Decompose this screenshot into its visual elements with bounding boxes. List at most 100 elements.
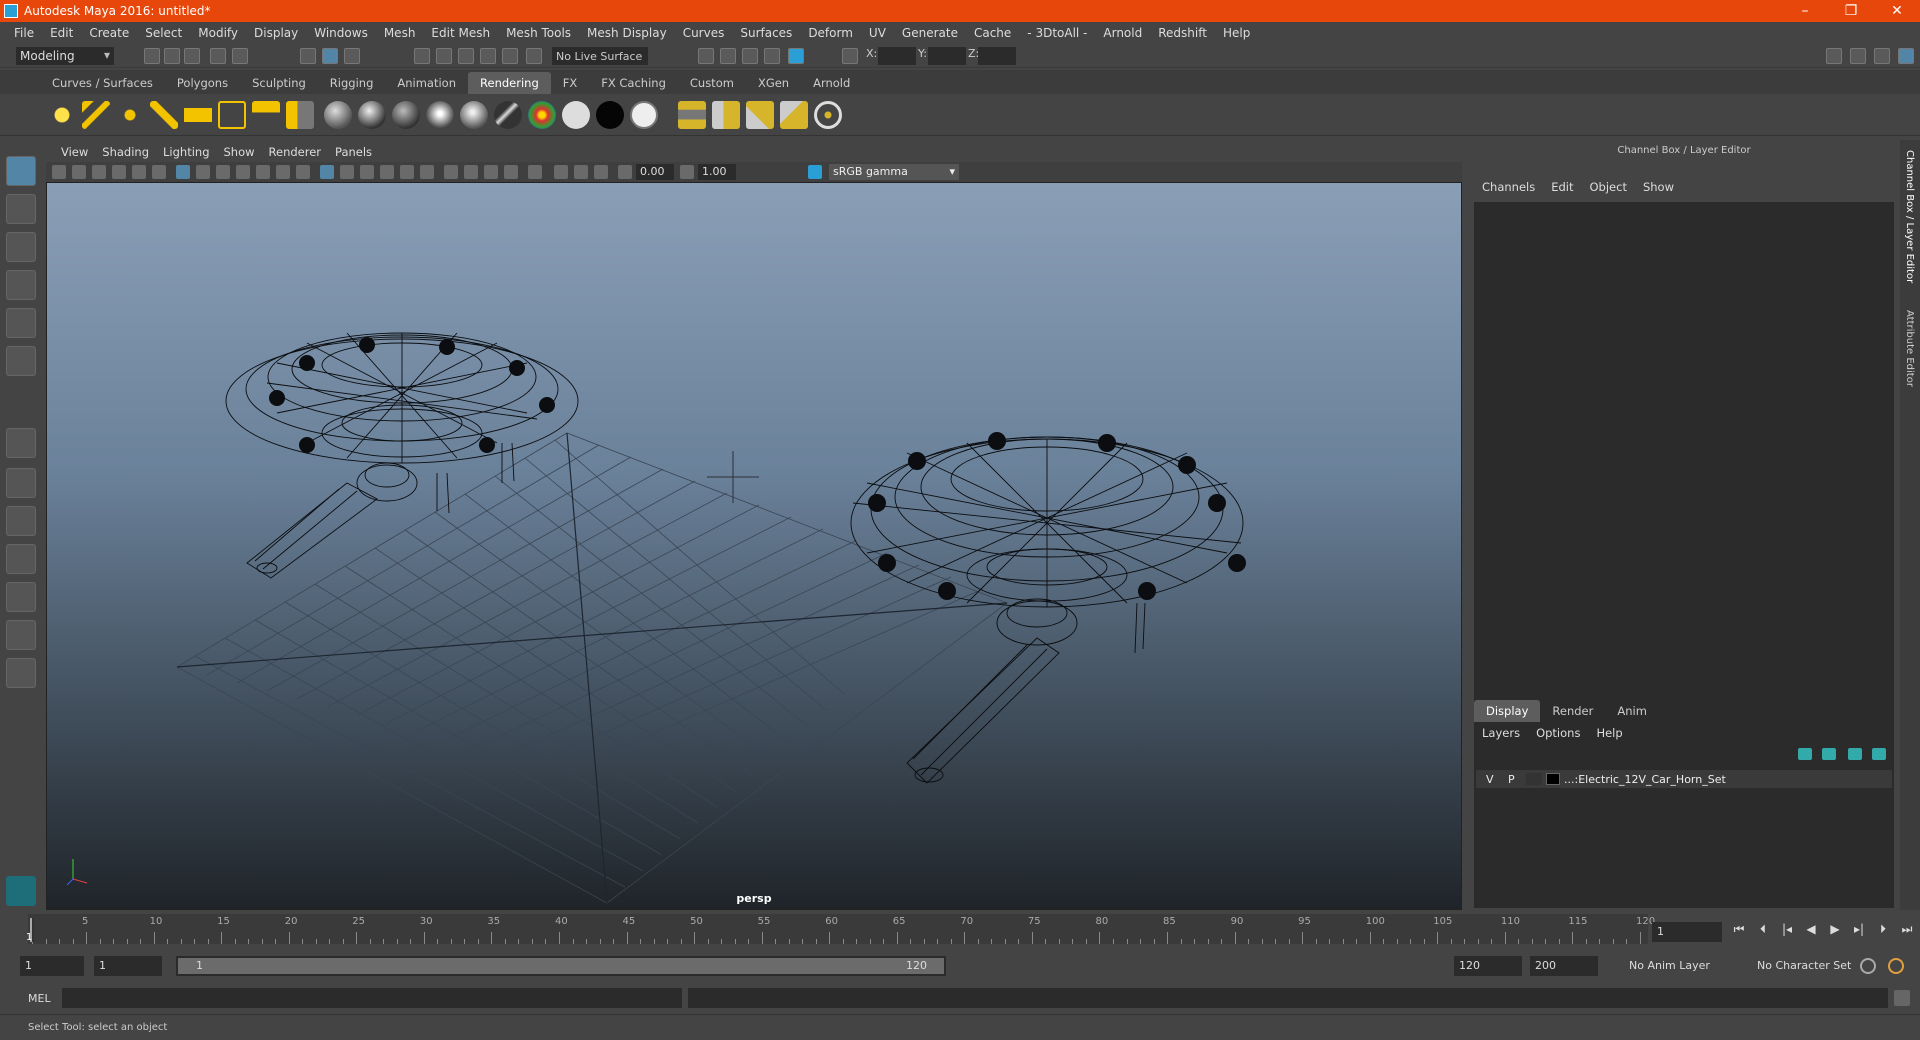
menu-mesh[interactable]: Mesh: [376, 26, 424, 40]
directional-light-icon[interactable]: [82, 101, 110, 129]
menu-mesh-tools[interactable]: Mesh Tools: [498, 26, 579, 40]
menu-curves[interactable]: Curves: [675, 26, 733, 40]
render-settings-icon[interactable]: [764, 48, 780, 64]
lambert-shader-icon[interactable]: [392, 101, 420, 129]
menu-redshift[interactable]: Redshift: [1150, 26, 1215, 40]
layer-playback-toggle[interactable]: P: [1508, 773, 1515, 786]
channel-menu-edit[interactable]: Edit: [1543, 180, 1581, 194]
ambient-light-icon[interactable]: [48, 101, 76, 129]
move-layer-up-icon[interactable]: [1798, 748, 1812, 760]
shelf-tab-fx[interactable]: FX: [551, 72, 590, 94]
layer-menu-options[interactable]: Options: [1528, 726, 1588, 740]
lasso-tool-icon[interactable]: [6, 194, 36, 224]
menu-edit[interactable]: Edit: [42, 26, 81, 40]
2d-pan-zoom-icon[interactable]: [132, 165, 146, 179]
redo-icon[interactable]: [232, 48, 248, 64]
menu-modify[interactable]: Modify: [190, 26, 246, 40]
snap-to-grid-icon[interactable]: [414, 48, 430, 64]
field-chart-icon[interactable]: [256, 165, 270, 179]
xray-joints-icon[interactable]: [574, 165, 588, 179]
tool-settings-toggle-icon[interactable]: [1874, 48, 1890, 64]
layer-display-type[interactable]: [1526, 773, 1542, 785]
textured-icon[interactable]: [380, 165, 394, 179]
menu-help[interactable]: Help: [1215, 26, 1258, 40]
layer-tab-render[interactable]: Render: [1540, 700, 1605, 722]
step-back-frame-icon[interactable]: |◂: [1778, 922, 1796, 940]
resolution-gate-icon[interactable]: [216, 165, 230, 179]
phong-shader-icon[interactable]: [426, 101, 454, 129]
channel-box-toggle-icon[interactable]: [1898, 48, 1914, 64]
safe-action-icon[interactable]: [276, 165, 290, 179]
hypershade-layout-icon[interactable]: [6, 620, 36, 650]
menu-3dtoall[interactable]: - 3DtoAll -: [1019, 26, 1095, 40]
use-background-icon[interactable]: [596, 101, 624, 129]
image-plane-icon[interactable]: [112, 165, 126, 179]
film-gate-icon[interactable]: [196, 165, 210, 179]
hypershade-icon[interactable]: [788, 48, 804, 64]
snap-to-curve-icon[interactable]: [436, 48, 452, 64]
blinn-shader-icon[interactable]: [358, 101, 386, 129]
wireframe-icon[interactable]: [320, 165, 334, 179]
camera-attributes-icon[interactable]: [72, 165, 86, 179]
layer-menu-layers[interactable]: Layers: [1474, 726, 1528, 740]
y-field[interactable]: [928, 47, 966, 65]
make-live-icon[interactable]: [502, 48, 518, 64]
attribute-editor-toggle-icon[interactable]: [1850, 48, 1866, 64]
shelf-tab-fx-caching[interactable]: FX Caching: [589, 72, 678, 94]
maximize-button[interactable]: ❐: [1828, 3, 1874, 19]
area-light-icon[interactable]: [184, 101, 212, 129]
step-forward-key-icon[interactable]: ⏵: [1874, 922, 1892, 940]
time-slider-track[interactable]: 5 10 15 20 25 30 35 40 45 50 55 60 65 70 75 80 85 90 95 100…: [26, 914, 1655, 944]
new-empty-layer-icon[interactable]: [1848, 748, 1862, 760]
menu-select[interactable]: Select: [137, 26, 190, 40]
script-editor-icon[interactable]: [1894, 990, 1910, 1006]
transform-mode-icon[interactable]: [842, 48, 858, 64]
menu-deform[interactable]: Deform: [800, 26, 861, 40]
menu-edit-mesh[interactable]: Edit Mesh: [423, 26, 498, 40]
playback-end-field[interactable]: 120: [1454, 956, 1522, 976]
wireframe-on-shaded-icon[interactable]: [360, 165, 374, 179]
render-view-shelf-icon[interactable]: [678, 101, 706, 129]
surface-shader-icon[interactable]: [562, 101, 590, 129]
viewport-menu-show[interactable]: Show: [217, 145, 262, 159]
light-editor-icon[interactable]: [252, 101, 280, 129]
viewport-menu-shading[interactable]: Shading: [95, 145, 156, 159]
light-linking-icon[interactable]: [286, 101, 314, 129]
anti-aliasing-icon[interactable]: [484, 165, 498, 179]
grid-toggle-icon[interactable]: [176, 165, 190, 179]
menu-arnold[interactable]: Arnold: [1095, 26, 1150, 40]
shadows-icon[interactable]: [420, 165, 434, 179]
grease-pencil-icon[interactable]: [152, 165, 166, 179]
four-view-layout-icon[interactable]: [6, 468, 36, 498]
layer-visibility-toggle[interactable]: V: [1486, 773, 1494, 786]
menu-windows[interactable]: Windows: [306, 26, 376, 40]
x-field[interactable]: [878, 47, 916, 65]
channel-menu-show[interactable]: Show: [1635, 180, 1682, 194]
start-time-field[interactable]: 1: [20, 956, 84, 976]
smooth-shade-icon[interactable]: [340, 165, 354, 179]
menu-uv[interactable]: UV: [861, 26, 894, 40]
animation-preferences-icon[interactable]: [1888, 958, 1904, 974]
auto-key-icon[interactable]: [1860, 958, 1876, 974]
viewport-menu-panels[interactable]: Panels: [328, 145, 379, 159]
play-forward-icon[interactable]: ▶: [1826, 922, 1844, 940]
motion-blur-icon[interactable]: [464, 165, 478, 179]
snap-to-view-plane-icon[interactable]: [480, 48, 496, 64]
menu-file[interactable]: File: [6, 26, 42, 40]
save-scene-icon[interactable]: [184, 48, 200, 64]
batch-render-icon[interactable]: [780, 101, 808, 129]
exposure-field[interactable]: 0.00: [636, 164, 674, 180]
paint-select-tool-icon[interactable]: [6, 232, 36, 262]
volume-light-icon[interactable]: [218, 101, 246, 129]
history-icon[interactable]: [526, 48, 542, 64]
menu-display[interactable]: Display: [246, 26, 306, 40]
phong-e-shader-icon[interactable]: [460, 101, 488, 129]
render-current-frame-icon[interactable]: [720, 48, 736, 64]
script-language-toggle[interactable]: MEL: [28, 992, 51, 1005]
select-by-hierarchy-icon[interactable]: [300, 48, 316, 64]
layered-shader-icon[interactable]: [630, 101, 658, 129]
shelf-tab-curves-surfaces[interactable]: Curves / Surfaces: [40, 72, 165, 94]
range-slider[interactable]: 1 120: [176, 956, 946, 976]
screen-space-ao-icon[interactable]: [444, 165, 458, 179]
new-layer-from-selection-icon[interactable]: [1872, 748, 1886, 760]
